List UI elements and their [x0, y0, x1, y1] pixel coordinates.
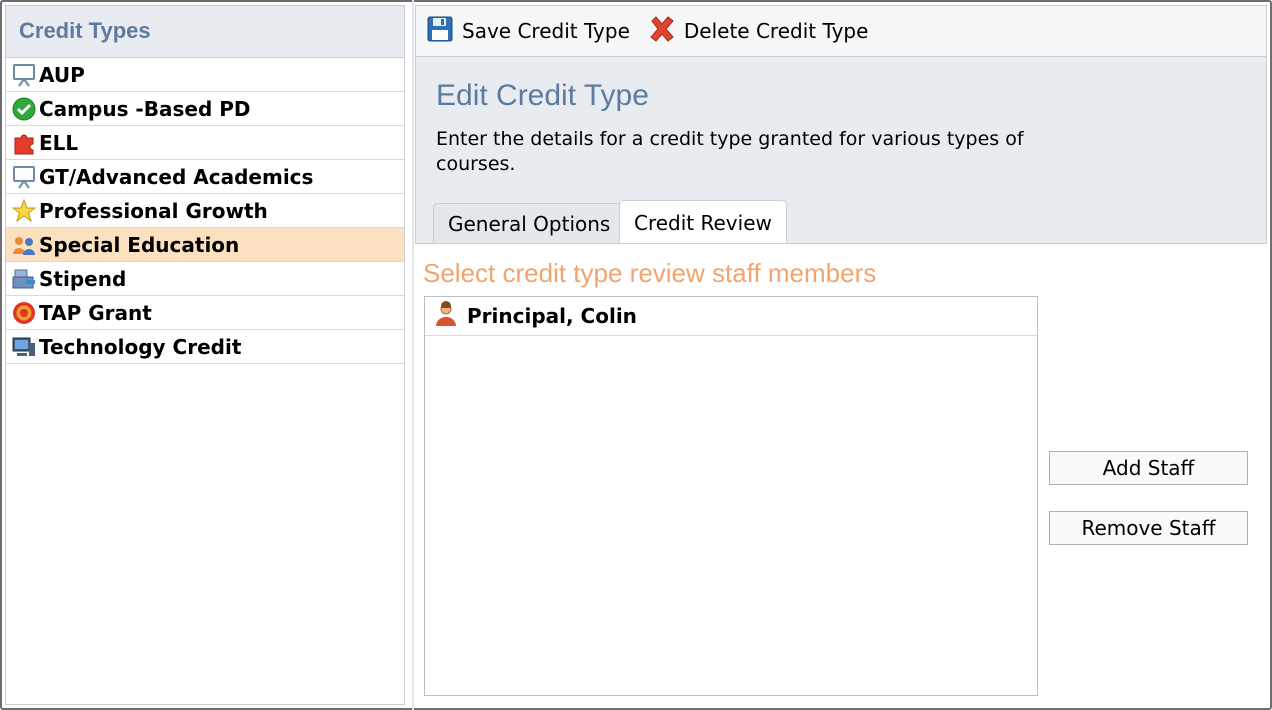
credit-types-panel: Credit Types AUP Campus -Based PD ELL GT…	[5, 5, 405, 705]
page-description: Enter the details for a credit type gran…	[436, 128, 1024, 175]
edit-credit-type-panel: Save Credit Type Delete Credit Type Edit…	[415, 5, 1267, 705]
star-icon	[9, 197, 39, 225]
credit-type-item-stipend[interactable]: Stipend	[6, 262, 404, 296]
add-staff-button[interactable]: Add Staff	[1049, 451, 1248, 485]
toolbar: Save Credit Type Delete Credit Type	[415, 5, 1267, 57]
target-icon	[9, 299, 39, 327]
presentation-board-icon	[9, 61, 39, 89]
edit-header: Edit Credit Type Enter the details for a…	[415, 57, 1267, 244]
people-group-icon	[9, 231, 39, 259]
tab-credit-review[interactable]: Credit Review	[619, 200, 787, 244]
save-credit-type-button[interactable]: Save Credit Type	[426, 15, 630, 47]
credit-type-label: Professional Growth	[39, 198, 268, 223]
page-title: Edit Credit Type	[436, 79, 649, 112]
credit-type-item-technology-credit[interactable]: Technology Credit	[6, 330, 404, 364]
panel-divider[interactable]	[412, 0, 414, 710]
save-disk-icon	[426, 15, 454, 47]
tab-general-options[interactable]: General Options	[433, 203, 626, 243]
credit-type-item-gt-advanced-academics[interactable]: GT/Advanced Academics	[6, 160, 404, 194]
credit-type-label: Campus -Based PD	[39, 96, 251, 121]
cash-register-icon	[9, 265, 39, 293]
remove-staff-button[interactable]: Remove Staff	[1049, 511, 1248, 545]
credit-type-label: ELL	[39, 130, 79, 155]
delete-credit-type-label: Delete Credit Type	[683, 19, 869, 43]
puzzle-piece-icon	[9, 129, 39, 157]
credit-type-label: Special Education	[39, 232, 240, 257]
credit-type-item-professional-growth[interactable]: Professional Growth	[6, 194, 404, 228]
credit-type-label: GT/Advanced Academics	[39, 164, 314, 189]
credit-type-label: TAP Grant	[39, 300, 152, 325]
credit-type-item-tap-grant[interactable]: TAP Grant	[6, 296, 404, 330]
delete-credit-type-button[interactable]: Delete Credit Type	[648, 15, 869, 47]
credit-type-label: AUP	[39, 62, 85, 87]
computer-icon	[9, 333, 39, 361]
credit-type-label: Technology Credit	[39, 334, 242, 359]
credit-types-header: Credit Types	[6, 6, 404, 58]
credit-review-content: Select credit type review staff members …	[415, 243, 1267, 703]
section-title: Select credit type review staff members	[423, 258, 877, 288]
presentation-board-icon	[9, 163, 39, 191]
staff-list-item[interactable]: Principal, Colin	[425, 297, 1037, 336]
save-credit-type-label: Save Credit Type	[462, 19, 630, 43]
credit-types-title: Credit Types	[19, 18, 151, 43]
credit-type-label: Stipend	[39, 266, 127, 291]
green-check-icon	[9, 95, 39, 123]
credit-type-item-aup[interactable]: AUP	[6, 58, 404, 92]
credit-type-item-campus-based-pd[interactable]: Campus -Based PD	[6, 92, 404, 126]
delete-x-icon	[648, 15, 676, 47]
staff-name: Principal, Colin	[467, 304, 637, 328]
user-icon	[433, 301, 459, 331]
staff-list[interactable]: Principal, Colin	[424, 296, 1038, 696]
credit-type-item-special-education[interactable]: Special Education	[6, 228, 404, 262]
credit-type-item-ell[interactable]: ELL	[6, 126, 404, 160]
